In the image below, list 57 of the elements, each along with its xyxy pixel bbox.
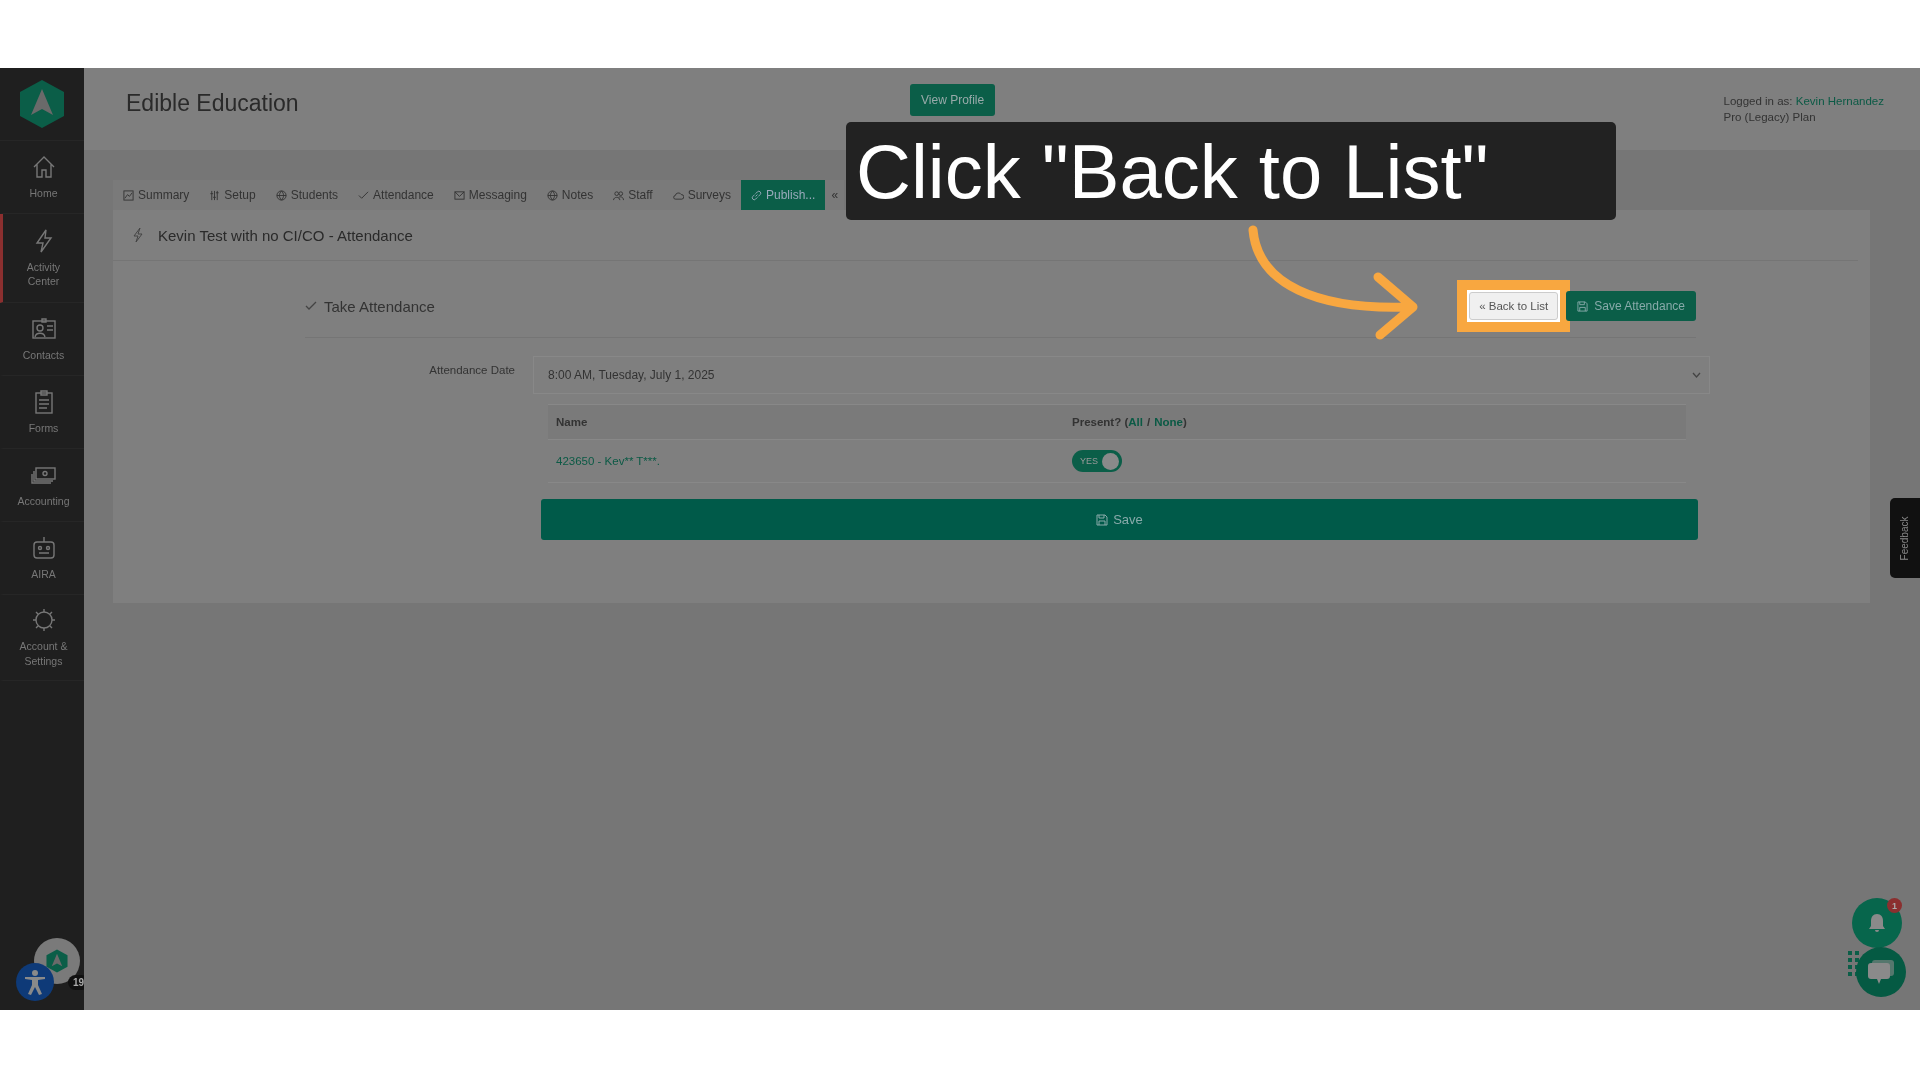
view-profile-button[interactable]: View Profile — [910, 84, 996, 116]
robot-icon — [30, 535, 57, 562]
bell-icon — [1868, 913, 1886, 933]
column-header: Name — [548, 404, 1064, 440]
save-button[interactable]: Save — [541, 499, 1698, 540]
logged-in-label: Logged in as: — [1723, 95, 1793, 107]
tab[interactable]: Students — [265, 180, 349, 210]
section-heading: Take Attendance — [324, 297, 435, 315]
page-heading: Edible Education — [126, 90, 300, 117]
back-to-list-button[interactable]: « Back to List — [1469, 292, 1559, 320]
tab[interactable]: Surveys — [662, 180, 741, 210]
column-header: Present? ( — [1072, 416, 1129, 428]
date-select[interactable]: 8:00 AM, Tuesday, July 1, 2025 — [533, 356, 1710, 394]
save-attendance-button[interactable]: Save Attendance — [1566, 291, 1696, 321]
logo-icon — [46, 949, 68, 973]
logo-icon[interactable] — [19, 79, 65, 129]
tab[interactable]: Summary — [113, 180, 200, 210]
globe-icon — [546, 189, 558, 201]
instruction-callout: Click "Back to List" — [846, 122, 1616, 220]
notification-button[interactable] — [1852, 898, 1902, 948]
link-icon — [751, 189, 762, 201]
globe-icon — [275, 189, 287, 201]
none-link[interactable]: None — [1154, 416, 1183, 428]
chat-button[interactable] — [1856, 947, 1906, 997]
student-link[interactable]: 423650 - Kev** T***. — [556, 455, 660, 467]
person-icon — [23, 969, 47, 995]
gear-icon — [30, 607, 57, 634]
check-icon — [305, 301, 317, 311]
field-label: Attendance Date — [428, 363, 516, 376]
tab[interactable]: « — [825, 180, 845, 210]
tab[interactable]: Messaging — [443, 180, 537, 210]
tab[interactable]: Staff — [603, 180, 663, 210]
envelope-icon — [453, 189, 465, 201]
cloud-icon — [672, 189, 684, 201]
all-link[interactable]: All — [1128, 416, 1143, 428]
people-icon — [613, 189, 625, 201]
chevron-down-icon — [1692, 372, 1701, 378]
chat-bubble-icon — [1867, 959, 1895, 985]
floppy-icon — [1096, 513, 1109, 526]
lightning-icon — [132, 227, 144, 243]
accessibility-button[interactable] — [16, 963, 54, 1001]
tab[interactable]: Notes — [536, 180, 604, 210]
tab[interactable]: Attendance — [348, 180, 444, 210]
tab[interactable]: Setup — [199, 180, 266, 210]
feedback-tab[interactable]: Feedback — [1890, 498, 1920, 578]
paren-text: ) — [1182, 416, 1187, 428]
panel-heading: Kevin Test with no CI/CO - Attendance — [158, 226, 413, 244]
sliders-icon — [209, 189, 221, 201]
present-toggle[interactable]: YES — [1072, 450, 1122, 472]
tab[interactable]: Publish... — [741, 180, 826, 210]
plan-label: Pro (Legacy) Plan — [1723, 109, 1817, 125]
notification-badge: 1 — [1887, 898, 1902, 913]
floppy-icon — [1577, 300, 1589, 312]
user-link[interactable]: Kevin Hernandez — [1795, 95, 1884, 107]
check-icon — [358, 189, 370, 201]
chart-icon — [123, 189, 134, 201]
separator-text: / — [1145, 416, 1152, 428]
